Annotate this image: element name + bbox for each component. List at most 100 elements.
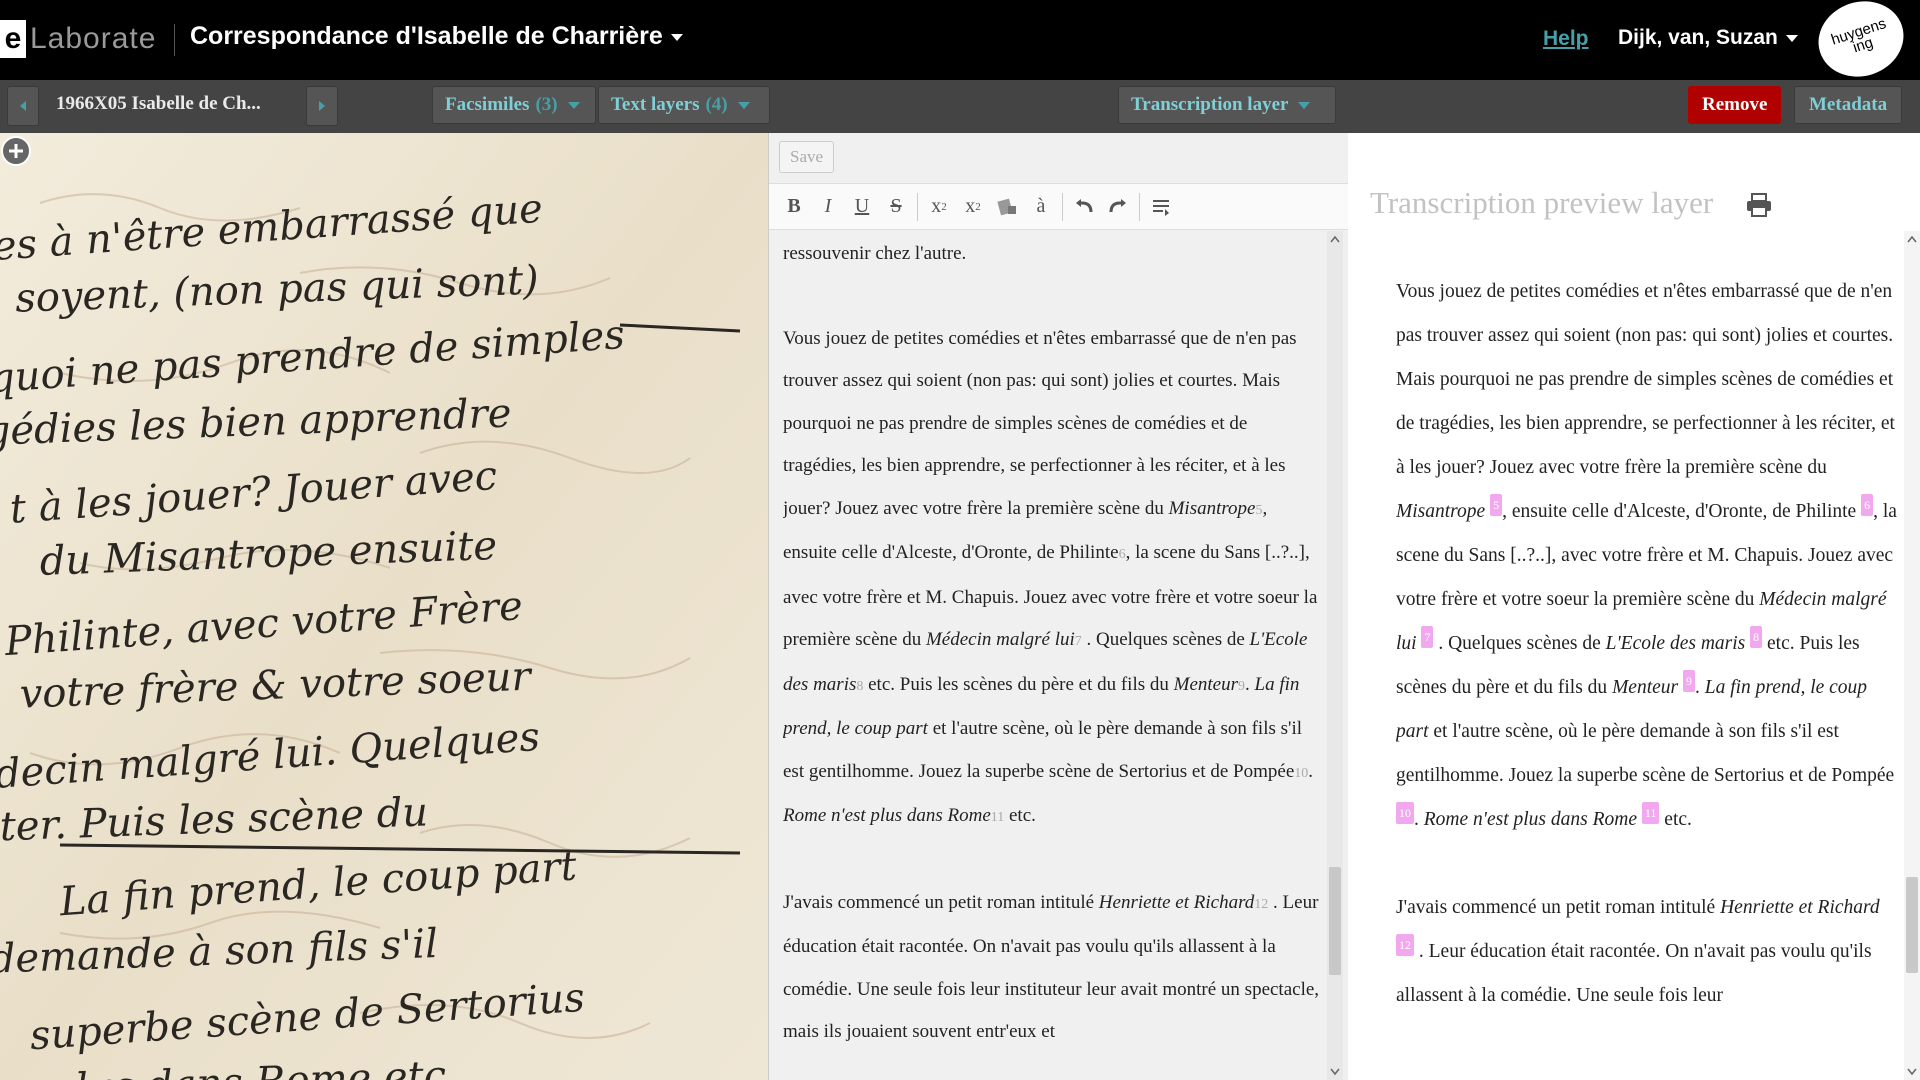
user-name: Dijk, van, Suzan	[1618, 26, 1778, 49]
footnote-marker[interactable]: 12	[1254, 897, 1268, 912]
annotation-marker[interactable]: 9	[1683, 670, 1695, 692]
transcription-editor-pane: Save B I U S x2 x2 à ressouvenir chez l'…	[768, 133, 1350, 1080]
save-button[interactable]: Save	[779, 141, 835, 173]
footnote-marker[interactable]: 6	[1119, 547, 1126, 562]
preview-text-run: , ensuite celle d'Alceste, d'Oronte, de …	[1502, 501, 1862, 522]
scroll-down-icon[interactable]	[1327, 1064, 1343, 1080]
annotation-marker[interactable]: 11	[1641, 802, 1660, 824]
top-bar: e Laborate Correspondance d'Isabelle de …	[0, 0, 1920, 88]
previous-entry-button[interactable]	[7, 86, 39, 126]
metadata-button[interactable]: Metadata	[1794, 86, 1903, 124]
redo-button[interactable]	[1101, 190, 1135, 224]
preview-text-run: etc.	[1659, 809, 1692, 830]
italic-title: Henriette et Richard	[1720, 897, 1880, 918]
huygens-ing-logo[interactable]: huygens ing	[1808, 0, 1914, 88]
preview-text: Vous jouez de petites comédies et n'êtes…	[1396, 270, 1901, 1080]
italic-title: Misantrope	[1396, 501, 1486, 522]
scroll-down-icon[interactable]	[1904, 1064, 1920, 1080]
next-entry-button[interactable]	[306, 86, 338, 126]
elaborate-logo[interactable]: e Laborate	[0, 20, 156, 58]
preview-paragraph: J'avais commencé un petit roman intitulé…	[1396, 886, 1901, 1018]
scrollbar-thumb[interactable]	[1329, 867, 1341, 975]
footnote-marker[interactable]: 5	[1256, 503, 1263, 518]
italic-title: Rome n'est plus dans Rome	[783, 805, 991, 826]
annotation-marker[interactable]: 10	[1396, 802, 1414, 824]
preview-text-run: .	[1414, 809, 1424, 830]
text-layers-dropdown[interactable]: Text layers (4)	[598, 86, 770, 124]
annotation-marker[interactable]: 5	[1490, 494, 1503, 516]
footnote-marker[interactable]: 7	[1075, 634, 1082, 649]
facsimiles-label: Facsimiles	[445, 94, 530, 115]
divider	[174, 24, 175, 56]
clear-format-button[interactable]	[990, 190, 1024, 224]
annotation-marker[interactable]: 7	[1421, 626, 1434, 648]
editor-scrollbar[interactable]	[1327, 231, 1343, 1080]
editor-text: etc. Puis les scènes du père et du fils …	[863, 673, 1174, 695]
superscript-mark: 2	[975, 200, 981, 213]
italic-title: Misantrope	[1168, 497, 1256, 519]
logo-e-mark: e	[0, 20, 26, 58]
caret-down-icon	[737, 101, 750, 109]
bold-button[interactable]: B	[777, 190, 811, 224]
text-layers-label: Text layers	[611, 94, 700, 115]
preview-scrollbar[interactable]	[1904, 231, 1920, 1080]
facsimiles-count: (3)	[535, 94, 558, 115]
editor-text: .	[1245, 673, 1255, 695]
remove-button[interactable]: Remove	[1688, 86, 1782, 124]
underline-button[interactable]: U	[845, 190, 879, 224]
special-character-button[interactable]: à	[1024, 190, 1058, 224]
zoom-in-button[interactable]	[0, 133, 34, 169]
facsimiles-dropdown[interactable]: Facsimiles (3)	[432, 86, 596, 124]
italic-button[interactable]: I	[811, 190, 845, 224]
caret-down-icon	[1785, 34, 1798, 42]
toolbar-divider	[917, 192, 918, 221]
scroll-up-icon[interactable]	[1327, 231, 1343, 247]
editor-text: ressouvenir chez l'autre.	[783, 243, 967, 264]
facsimile-viewer[interactable]: ies à n'être embarrassé que i soyent, (no…	[0, 133, 768, 1080]
preview-text-run: . Leur éducation était racontée. On n'av…	[1396, 941, 1872, 1006]
toolbar-divider	[1139, 192, 1140, 221]
transcription-layer-dropdown[interactable]: Transcription layer	[1118, 86, 1336, 124]
transcription-layer-label: Transcription layer	[1131, 94, 1289, 115]
annotation-marker[interactable]: 12	[1396, 934, 1414, 956]
editor-paragraph: ressouvenir chez l'autre.	[783, 233, 1323, 276]
preview-text-run: . Quelques scènes de	[1433, 633, 1606, 654]
italic-title: Médecin malgré lui	[925, 629, 1075, 650]
entry-toolbar: 1966X05 Isabelle de Ch... Facsimiles (3)…	[0, 80, 1920, 133]
footnote-marker[interactable]: 9	[1238, 679, 1245, 694]
preview-text-run: .	[1695, 677, 1705, 698]
superscript-letter: x	[965, 195, 976, 217]
italic-title: Rome n'est plus dans Rome	[1423, 809, 1637, 830]
annotation-marker[interactable]: 6	[1861, 494, 1874, 516]
subscript-letter: x	[931, 195, 942, 217]
caret-down-icon	[1298, 101, 1311, 109]
transcription-preview-pane: Transcription preview layer Vous jouez d…	[1348, 133, 1920, 1080]
subscript-button[interactable]: x2	[922, 190, 956, 224]
chevron-right-icon	[319, 101, 325, 111]
annotation-marker[interactable]: 8	[1750, 626, 1763, 648]
toolbar-divider	[1062, 192, 1063, 221]
strikethrough-button[interactable]: S	[879, 190, 913, 224]
insert-annotation-button[interactable]	[1144, 190, 1178, 224]
scrollbar-thumb[interactable]	[1906, 877, 1918, 973]
help-link[interactable]: Help	[1543, 27, 1589, 51]
chevron-left-icon	[20, 101, 26, 111]
caret-down-icon	[567, 101, 580, 109]
text-layers-count: (4)	[705, 94, 728, 115]
undo-button[interactable]	[1067, 190, 1101, 224]
editor-paragraph: Vous jouez de petites comédies et n'êtes…	[783, 318, 1323, 840]
footnote-marker[interactable]: 10	[1294, 766, 1308, 781]
subscript-mark: 2	[941, 200, 947, 213]
italic-title: L'Ecole des maris	[1605, 633, 1746, 654]
print-icon[interactable]	[1746, 193, 1772, 217]
user-menu[interactable]: Dijk, van, Suzan	[1618, 26, 1798, 50]
footnote-marker[interactable]: 11	[991, 810, 1004, 825]
superscript-button[interactable]: x2	[956, 190, 990, 224]
editor-toolbar: B I U S x2 x2 à	[769, 183, 1349, 230]
entry-name: 1966X05 Isabelle de Ch...	[56, 93, 261, 114]
project-title-menu[interactable]: Correspondance d'Isabelle de Charrière	[190, 22, 683, 51]
project-title: Correspondance d'Isabelle de Charrière	[190, 22, 663, 50]
editor-text: J'avais commencé un petit roman intitulé	[783, 891, 1099, 913]
scroll-up-icon[interactable]	[1904, 231, 1920, 247]
transcription-text-area[interactable]: ressouvenir chez l'autre. Vous jouez de …	[783, 233, 1323, 1080]
